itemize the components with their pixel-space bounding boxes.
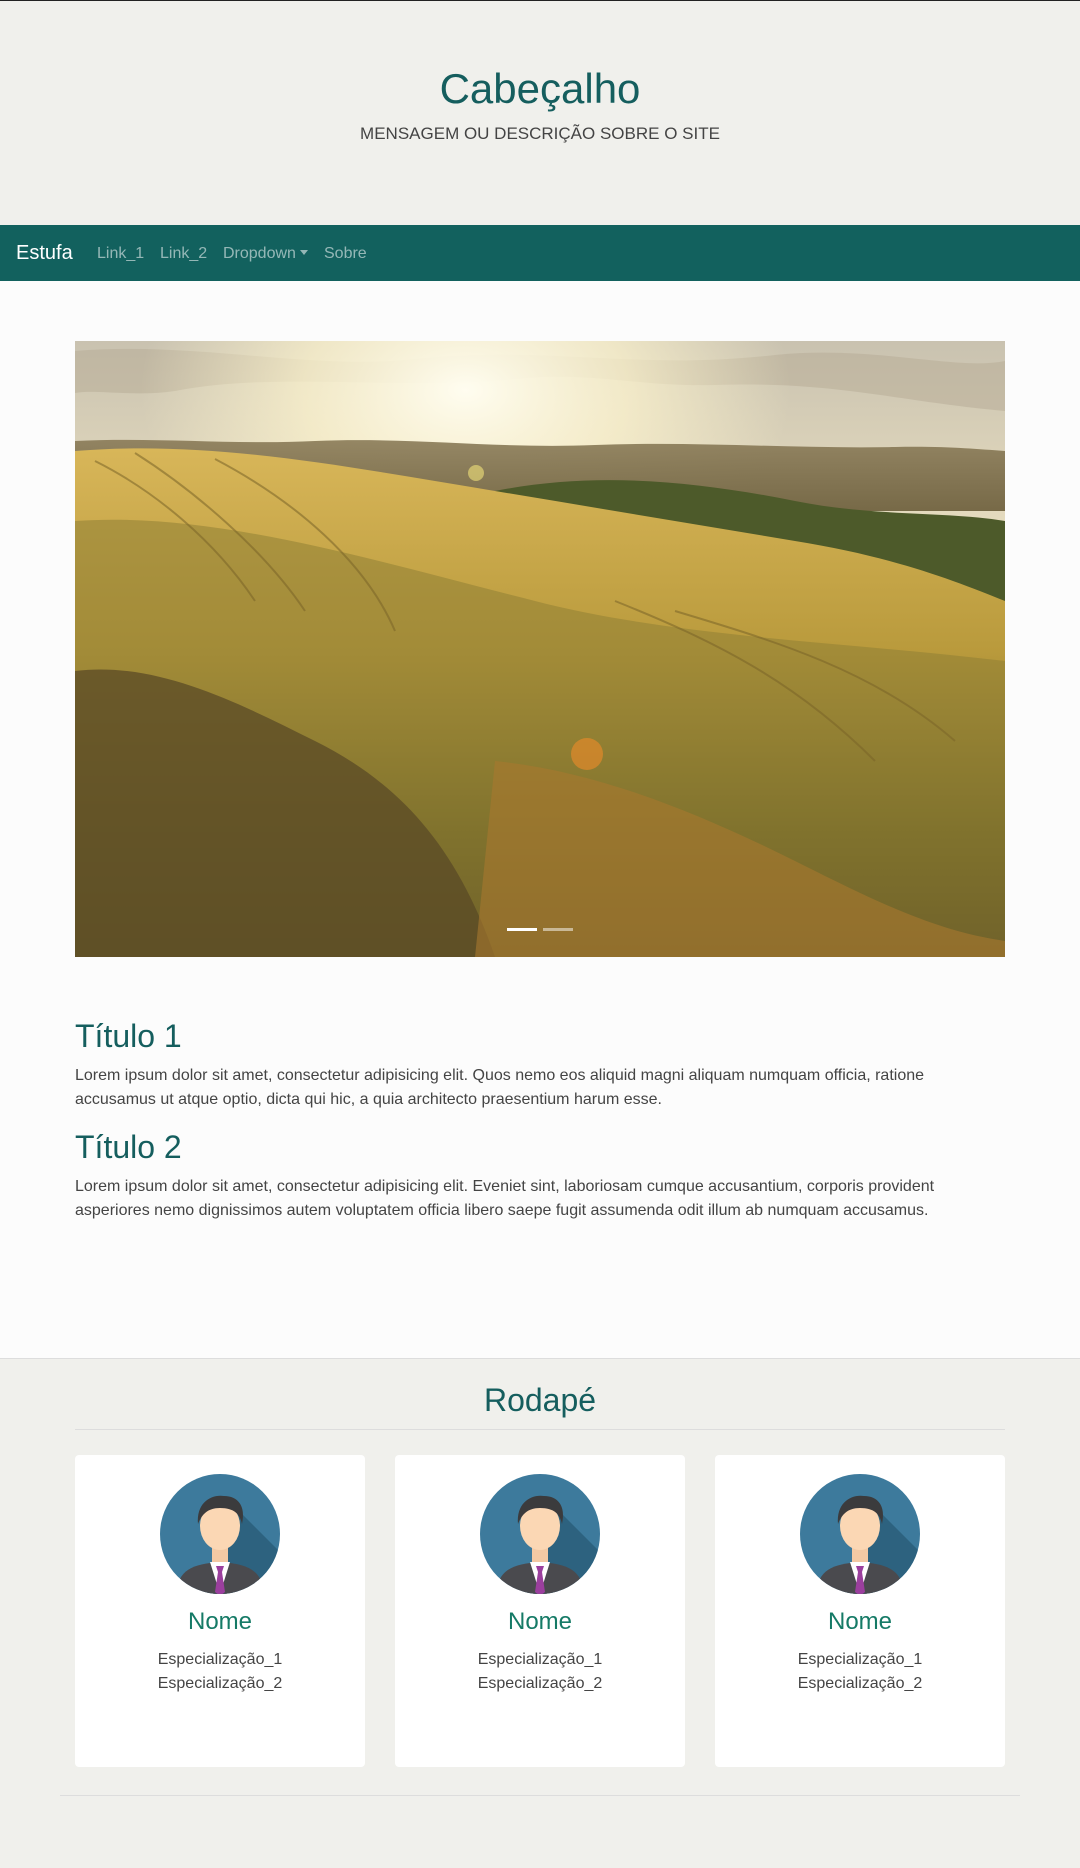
carousel-indicator-2[interactable] — [543, 928, 573, 931]
card-specialization-1: Especialização_1 — [477, 1651, 603, 1668]
user-avatar-icon — [160, 1474, 280, 1594]
header-title: Cabeçalho — [439, 65, 641, 112]
header-subtitle: MENSAGEM OU DESCRIÇÃO SOBRE O SITE — [360, 124, 720, 143]
footer-divider — [75, 1429, 1005, 1430]
footer-bottom-divider — [60, 1795, 1020, 1796]
nav-link-1[interactable]: Link_1 — [97, 243, 144, 265]
card-specialization-2: Especialização_2 — [157, 1675, 283, 1692]
caret-down-icon — [299, 250, 308, 255]
section-title-1: Título 1 — [75, 1018, 182, 1054]
card-specialization-2: Especialização_2 — [797, 1675, 923, 1692]
user-avatar-icon — [800, 1474, 920, 1594]
card-name: Nome — [507, 1608, 573, 1635]
card-specialization-1: Especialização_1 — [157, 1651, 283, 1668]
footer-title: Rodapé — [483, 1382, 597, 1418]
section-text-2: Lorem ipsum dolor sit amet, consectetur … — [75, 1178, 935, 1219]
navbar-brand[interactable]: Estufa — [16, 240, 73, 266]
image-carousel[interactable] — [75, 341, 1005, 957]
team-card: Nome Especialização_1 Especialização_2 — [715, 1455, 1005, 1767]
card-specialization-1: Especialização_1 — [797, 1651, 923, 1668]
carousel-indicator-1[interactable] — [507, 928, 537, 931]
team-card: Nome Especialização_1 Especialização_2 — [75, 1455, 365, 1767]
card-specialization-2: Especialização_2 — [477, 1675, 603, 1692]
nav-dropdown-label: Dropdown — [223, 245, 296, 262]
nav-link-2[interactable]: Link_2 — [160, 243, 207, 265]
page-header: Cabeçalho MENSAGEM OU DESCRIÇÃO SOBRE O … — [0, 1, 1080, 225]
navbar: Estufa Link_1 Link_2 Dropdown Sobre — [0, 225, 1080, 281]
section-text-1: Lorem ipsum dolor sit amet, consectetur … — [75, 1067, 925, 1108]
section-title-2: Título 2 — [75, 1129, 182, 1165]
nav-dropdown[interactable]: Dropdown — [223, 243, 308, 265]
card-name: Nome — [187, 1608, 253, 1635]
team-card: Nome Especialização_1 Especialização_2 — [395, 1455, 685, 1767]
card-name: Nome — [827, 1608, 893, 1635]
carousel-indicators — [75, 928, 1005, 931]
nav-link-sobre[interactable]: Sobre — [324, 243, 367, 265]
carousel-slide-image — [75, 341, 1005, 957]
page-footer: Rodapé Nome Especialização_1 Especializa… — [0, 1358, 1080, 1868]
user-avatar-icon — [480, 1474, 600, 1594]
